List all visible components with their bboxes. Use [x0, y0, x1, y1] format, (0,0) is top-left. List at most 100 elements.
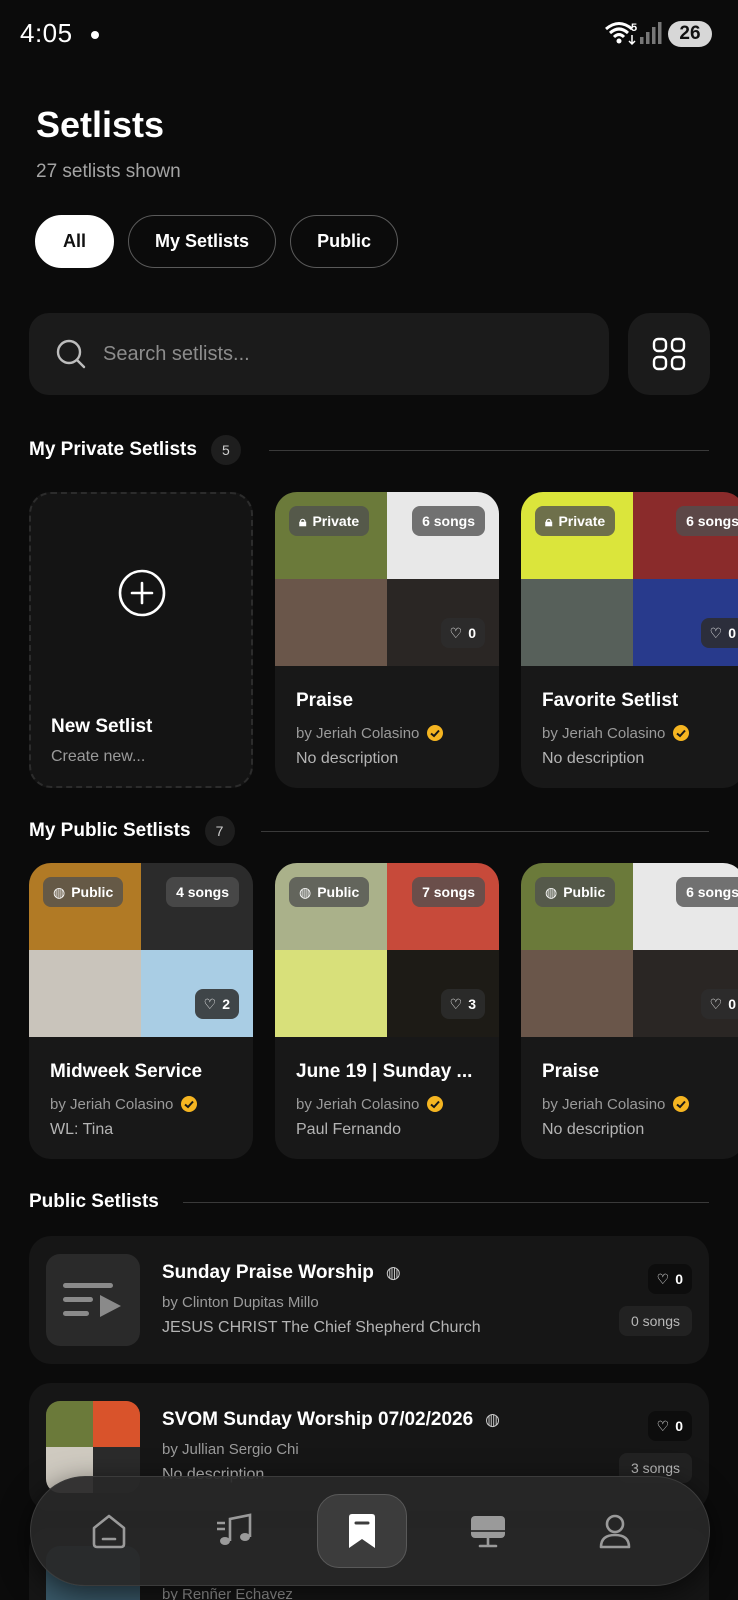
- setlist-count-text: 27 setlists shown: [36, 161, 181, 182]
- card-description: No description: [296, 750, 399, 767]
- visibility-badge: 🔒︎ Private: [289, 506, 370, 536]
- songs-count-badge: 6 songs: [412, 506, 485, 536]
- new-setlist-subtitle: Create new...: [51, 748, 146, 765]
- row-author: by Jullian Sergio Chi: [162, 1441, 299, 1458]
- user-icon: [599, 1514, 631, 1549]
- verified-icon: [427, 725, 444, 741]
- lock-icon: 🔒︎: [299, 512, 307, 529]
- setlist-card[interactable]: ◍ Public 7 songs ♡ 3 June 19 | Sunday ... …: [275, 863, 499, 1159]
- row-title: SVOM Sunday Worship 07/02/2026 ◍: [162, 1409, 500, 1430]
- heart-icon: ♡: [709, 624, 723, 641]
- card-description: No description: [542, 750, 645, 767]
- globe-icon: ◍: [299, 883, 312, 900]
- card-title: Midweek Service: [50, 1061, 203, 1082]
- section-header-public: My Public Setlists 7: [29, 816, 709, 846]
- card-description: WL: Tina: [50, 1121, 114, 1138]
- lock-icon: 🔒︎: [545, 512, 553, 529]
- heart-icon: ♡: [203, 995, 217, 1012]
- globe-icon: ◍: [53, 883, 66, 900]
- visibility-badge: 🔒︎ Private: [535, 506, 616, 536]
- card-title: June 19 | Sunday ...: [296, 1061, 473, 1082]
- songs-count-badge: 7 songs: [412, 877, 485, 907]
- filter-chip-public[interactable]: Public: [290, 215, 399, 268]
- heart-icon: ♡: [449, 995, 463, 1012]
- search-input[interactable]: [103, 313, 583, 395]
- card-author: by Jeriah Colasino: [542, 1095, 690, 1113]
- public-setlist-row[interactable]: Sunday Praise Worship ◍ by Clinton Dupit…: [29, 1236, 709, 1364]
- grid-view-button[interactable]: [628, 313, 710, 395]
- nav-setlists[interactable]: [317, 1494, 407, 1568]
- card-description: Paul Fernando: [296, 1121, 401, 1138]
- section-title: Public Setlists: [29, 1191, 159, 1212]
- section-header-public-setlists: Public Setlists: [29, 1187, 709, 1217]
- visibility-badge: ◍ Public: [289, 877, 370, 907]
- setlist-card[interactable]: 🔒︎ Private 6 songs ♡ 0 Praise by Jeriah Co…: [275, 492, 499, 788]
- visibility-badge: ◍ Public: [535, 877, 616, 907]
- public-globe-icon: ◍: [485, 1410, 500, 1429]
- cover-image: [275, 579, 387, 666]
- public-globe-icon: ◍: [385, 1263, 401, 1282]
- section-count: 7: [204, 816, 235, 846]
- songs-count-badge: 6 songs: [676, 506, 738, 536]
- nav-profile[interactable]: [570, 1494, 660, 1568]
- nav-presentation[interactable]: [443, 1494, 533, 1568]
- music-notes-icon: [217, 1513, 252, 1545]
- filter-chip-my-setlists[interactable]: My Setlists: [128, 215, 277, 268]
- cover-image: [521, 579, 633, 666]
- section-title: My Public Setlists: [29, 820, 191, 841]
- search-icon: [56, 339, 86, 369]
- playlist-icon: [63, 1283, 121, 1317]
- cover-image: [29, 950, 141, 1037]
- divider: [261, 831, 709, 832]
- setlist-card[interactable]: ◍ Public 6 songs ♡ 0 Praise by Jeriah Cola…: [521, 863, 738, 1159]
- notification-dot: [91, 31, 99, 39]
- globe-icon: ◍: [545, 883, 558, 900]
- row-author: by Renñer Echavez: [162, 1586, 293, 1600]
- songs-count-badge: 6 songs: [676, 877, 738, 907]
- card-author: by Jeriah Colasino: [296, 724, 444, 742]
- search-bar: [29, 313, 609, 395]
- row-description: JESUS CHRIST The Chief Shepherd Church: [162, 1319, 481, 1336]
- heart-icon: ♡: [709, 995, 723, 1012]
- heart-icon: ♡: [656, 1270, 670, 1287]
- filter-chip-all[interactable]: All: [35, 215, 115, 268]
- nav-home[interactable]: [64, 1494, 154, 1568]
- card-author: by Jeriah Colasino: [50, 1095, 198, 1113]
- add-circle-icon: [118, 569, 166, 617]
- grid-icon: [652, 337, 686, 371]
- verified-icon: [673, 725, 690, 741]
- likes-badge[interactable]: ♡ 3: [440, 989, 485, 1019]
- likes-badge[interactable]: ♡ 0: [700, 989, 738, 1019]
- setlist-thumbnail: [46, 1254, 140, 1346]
- heart-icon: ♡: [449, 624, 463, 641]
- divider: [269, 450, 709, 451]
- cover-image: [275, 950, 387, 1037]
- likes-badge[interactable]: ♡ 2: [194, 989, 239, 1019]
- likes-badge[interactable]: ♡ 0: [700, 618, 738, 648]
- page-title: Setlists: [36, 104, 165, 145]
- thumb-cover: [93, 1401, 140, 1447]
- status-bar: 4:05 5 26: [0, 0, 738, 70]
- visibility-badge: ◍ Public: [43, 877, 124, 907]
- nav-songs[interactable]: [190, 1494, 280, 1568]
- cover-image: [521, 950, 633, 1037]
- bottom-navigation: [30, 1476, 710, 1586]
- card-author: by Jeriah Colasino: [542, 724, 690, 742]
- songs-count-badge: 4 songs: [166, 877, 239, 907]
- new-setlist-card[interactable]: New Setlist Create new...: [29, 492, 253, 788]
- likes-badge[interactable]: ♡ 0: [440, 618, 485, 648]
- likes-badge[interactable]: ♡ 0: [647, 1264, 692, 1294]
- likes-badge[interactable]: ♡ 0: [647, 1411, 692, 1441]
- row-author: by Clinton Dupitas Millo: [162, 1294, 319, 1311]
- signal-icon: [640, 22, 662, 44]
- monitor-icon: [471, 1516, 505, 1548]
- card-author: by Jeriah Colasino: [296, 1095, 444, 1113]
- row-title: Sunday Praise Worship ◍: [162, 1262, 401, 1283]
- section-header-private: My Private Setlists 5: [29, 435, 709, 465]
- home-icon: [92, 1514, 126, 1549]
- verified-icon: [673, 1096, 690, 1112]
- setlist-card[interactable]: 🔒︎ Private 6 songs ♡ 0 Favorite Setlist by…: [521, 492, 738, 788]
- bookmark-icon: [349, 1514, 375, 1548]
- heart-icon: ♡: [656, 1417, 670, 1434]
- setlist-card[interactable]: ◍ Public 4 songs ♡ 2 Midweek Service by Je…: [29, 863, 253, 1159]
